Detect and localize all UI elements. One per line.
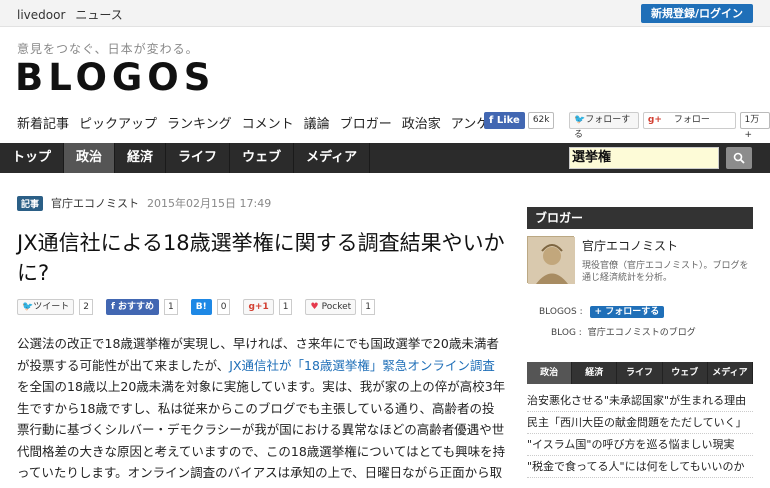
body-text-2: を全国の18歳以上20歳未満を対象に実施しています。実は、我が家の上の倅が高校3… (17, 379, 506, 488)
fb-recommend-count: 1 (164, 299, 178, 315)
social-follow-widgets: 🐦フォローする g+ フォロー 1万+ (569, 112, 770, 140)
sidebar-heading: ブロガー (527, 207, 753, 229)
search-input[interactable]: 選挙権 (569, 147, 719, 169)
article-title: JX通信社による18歳選挙権に関する調査結果やいかに? (17, 231, 505, 285)
fb-like-label: Like (496, 115, 520, 126)
facebook-icon: f (489, 115, 497, 126)
news-label: ニュース (75, 8, 123, 22)
sidebar-article-list: 治安悪化させる"未承認国家"が生まれる理由 民主「西川大臣の献金問題をただしてい… (527, 390, 753, 478)
category-nav: トップ 政治 経済 ライフ ウェブ メディア 選挙権 (0, 143, 770, 173)
gp-one-count: 1 (278, 299, 293, 315)
tab-media[interactable]: メディア (294, 143, 371, 173)
pocket-button[interactable]: ♥ Pocket (305, 299, 357, 315)
facebook-icon: f (110, 302, 119, 312)
blog-label: BLOG : (551, 328, 582, 338)
google-plus-one-button[interactable]: g+1 (243, 299, 274, 315)
blogos-label: BLOGOS : (539, 307, 583, 317)
side-tab-media[interactable]: メディア (708, 362, 754, 384)
side-tab-web[interactable]: ウェブ (663, 362, 708, 384)
side-tab-life[interactable]: ライフ (617, 362, 663, 384)
gp-follow-label: フォロー (673, 115, 710, 125)
twitter-icon: 🐦 (574, 115, 586, 125)
list-item[interactable]: "税金で食ってる人"には何をしてもいいのか (527, 456, 753, 478)
side-tab-economy[interactable]: 経済 (572, 362, 618, 384)
nav-ranking[interactable]: ランキング (167, 113, 232, 132)
tab-politics[interactable]: 政治 (64, 143, 116, 173)
article-date: 2015年02月15日 17:49 (147, 197, 272, 210)
google-plus-icon: g+ (647, 115, 662, 125)
blogger-name[interactable]: 官庁エコノミスト (582, 237, 678, 254)
nav-comment[interactable]: コメント (242, 113, 294, 132)
article-author[interactable]: 官庁エコノミスト (51, 195, 139, 211)
search-button[interactable] (726, 147, 752, 169)
tagline: 意見をつなぐ、日本が変わる。 (17, 42, 199, 56)
side-tab-politics[interactable]: 政治 (527, 362, 573, 384)
plus-icon: + (594, 307, 606, 317)
google-plus-follow-button[interactable]: g+ フォロー (642, 112, 736, 129)
pocket-label: Pocket (321, 302, 352, 312)
fb-recommend-button[interactable]: f おすすめ (105, 299, 160, 315)
nav-blogger[interactable]: ブロガー (340, 113, 392, 132)
blogos-logo[interactable]: BLOGOS (15, 56, 215, 99)
tab-life[interactable]: ライフ (166, 143, 231, 173)
sidebar: ブロガー 官庁エコノミスト 現役官僚（官庁エコノミスト）。ブログを通じ経済統計を… (527, 207, 754, 478)
gp-follow-count: 1万+ (739, 112, 770, 140)
tab-web[interactable]: ウェブ (230, 143, 295, 173)
pocket-icon: ♥ (310, 302, 322, 312)
login-button[interactable]: 新規登録/ログイン (640, 4, 753, 23)
article-body: 公選法の改正で18歳選挙権が実現し、早ければ、さ来年にでも国政選挙で20歳未満者… (17, 333, 507, 488)
tweet-count: 2 (79, 299, 93, 315)
sidebar-category-tabs: 政治 経済 ライフ ウェブ メディア (527, 362, 754, 384)
pocket-count: 1 (361, 299, 375, 315)
tweet-label: ツイート (33, 302, 70, 312)
article-meta: 記事 官庁エコノミスト 2015年02月15日 17:49 (17, 195, 271, 211)
blogos-follow-button[interactable]: + フォローする (589, 306, 665, 318)
blog-name-link[interactable]: 官庁エコノミストのブログ (588, 328, 696, 338)
twitter-icon: 🐦 (22, 302, 34, 312)
twitter-follow-button[interactable]: 🐦フォローする (569, 112, 639, 140)
list-item[interactable]: "イスラム国"の呼び方を巡る悩ましい現実 (527, 434, 753, 456)
list-item[interactable]: 民主「西川大臣の献金問題をただしていく」 (527, 412, 753, 434)
livedoor-label: livedoor (17, 8, 66, 22)
share-bar: 🐦ツイート 2 f おすすめ 1 B! 0 g+1 1 ♥ Pocket 1 (17, 299, 383, 315)
tab-economy[interactable]: 経済 (115, 143, 167, 173)
fb-recommend-label: おすすめ (118, 302, 155, 312)
search-icon (733, 152, 745, 164)
tab-top[interactable]: トップ (0, 143, 65, 173)
tweet-button[interactable]: 🐦ツイート (17, 299, 75, 315)
nav-pickup[interactable]: ピックアップ (79, 113, 157, 132)
blog-link-row: BLOG : 官庁エコノミストのブログ (551, 325, 696, 338)
list-item[interactable]: 治安悪化させる"未承認国家"が生まれる理由 (527, 390, 753, 412)
hatena-count: 0 (216, 299, 231, 315)
hatena-bookmark-button[interactable]: B! (190, 299, 212, 315)
facebook-like-widget: f Like 62k (484, 112, 555, 129)
nav-politician[interactable]: 政治家 (402, 113, 441, 132)
livedoor-brand[interactable]: livedoor ニュース (17, 6, 123, 23)
blogos-follow-row: BLOGOS : + フォローする (539, 304, 665, 318)
nav-discussion[interactable]: 議論 (304, 113, 330, 132)
nav-new-articles[interactable]: 新着記事 (17, 113, 69, 132)
main-nav-links: 新着記事 ピックアップ ランキング コメント 議論 ブロガー 政治家 アンケート (17, 113, 515, 132)
blogos-follow-label: フォローする (605, 307, 660, 317)
jx-survey-link[interactable]: JX通信社が「18歳選挙権」緊急オンライン調査 (229, 358, 495, 373)
facebook-like-button[interactable]: f Like (484, 112, 525, 129)
blogger-avatar[interactable] (527, 236, 575, 284)
blogger-description: 現役官僚（官庁エコノミスト）。ブログを通じ経済統計を分析。 (582, 261, 749, 283)
fb-like-count: 62k (527, 112, 555, 129)
category-badge: 記事 (17, 195, 44, 211)
portrait-image (528, 237, 575, 284)
top-bar: livedoor ニュース 新規登録/ログイン (0, 0, 770, 27)
